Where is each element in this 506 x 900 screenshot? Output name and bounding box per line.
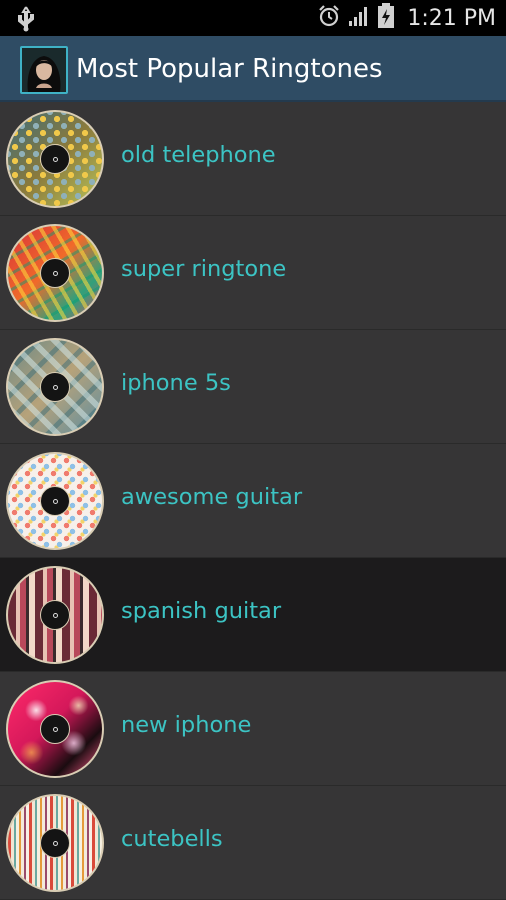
- battery-charging-icon: [377, 3, 395, 33]
- list-item[interactable]: super ringtone: [0, 216, 506, 330]
- usb-icon: [16, 6, 36, 36]
- ringtone-label: old telephone: [121, 142, 276, 168]
- ringtone-label: super ringtone: [121, 256, 287, 282]
- ringtone-label: spanish guitar: [121, 598, 282, 624]
- ringtone-label: awesome guitar: [121, 484, 303, 510]
- list-item[interactable]: new iphone: [0, 672, 506, 786]
- disc-icon: [6, 110, 104, 208]
- page-title: Most Popular Ringtones: [76, 54, 383, 84]
- disc-icon: [6, 452, 104, 550]
- status-bar: 1:21 PM: [0, 0, 506, 36]
- disc-icon: [6, 224, 104, 322]
- list-item[interactable]: awesome guitar: [0, 444, 506, 558]
- disc-icon: [6, 566, 104, 664]
- disc-icon: [6, 680, 104, 778]
- alarm-icon: [317, 4, 341, 32]
- action-bar: Most Popular Ringtones: [0, 36, 506, 102]
- list-item[interactable]: iphone 5s: [0, 330, 506, 444]
- disc-icon: [6, 794, 104, 892]
- ringtone-list: old telephone super ringtone iphone 5s a…: [0, 102, 506, 900]
- status-time: 1:21 PM: [407, 5, 496, 31]
- list-item[interactable]: old telephone: [0, 102, 506, 216]
- signal-icon: [347, 4, 371, 32]
- ringtone-label: iphone 5s: [121, 370, 231, 396]
- disc-icon: [6, 338, 104, 436]
- list-item[interactable]: cutebells: [0, 786, 506, 900]
- app-portrait-icon[interactable]: [20, 46, 68, 94]
- ringtone-label: cutebells: [121, 826, 223, 852]
- ringtone-label: new iphone: [121, 712, 252, 738]
- list-item-selected[interactable]: spanish guitar: [0, 558, 506, 672]
